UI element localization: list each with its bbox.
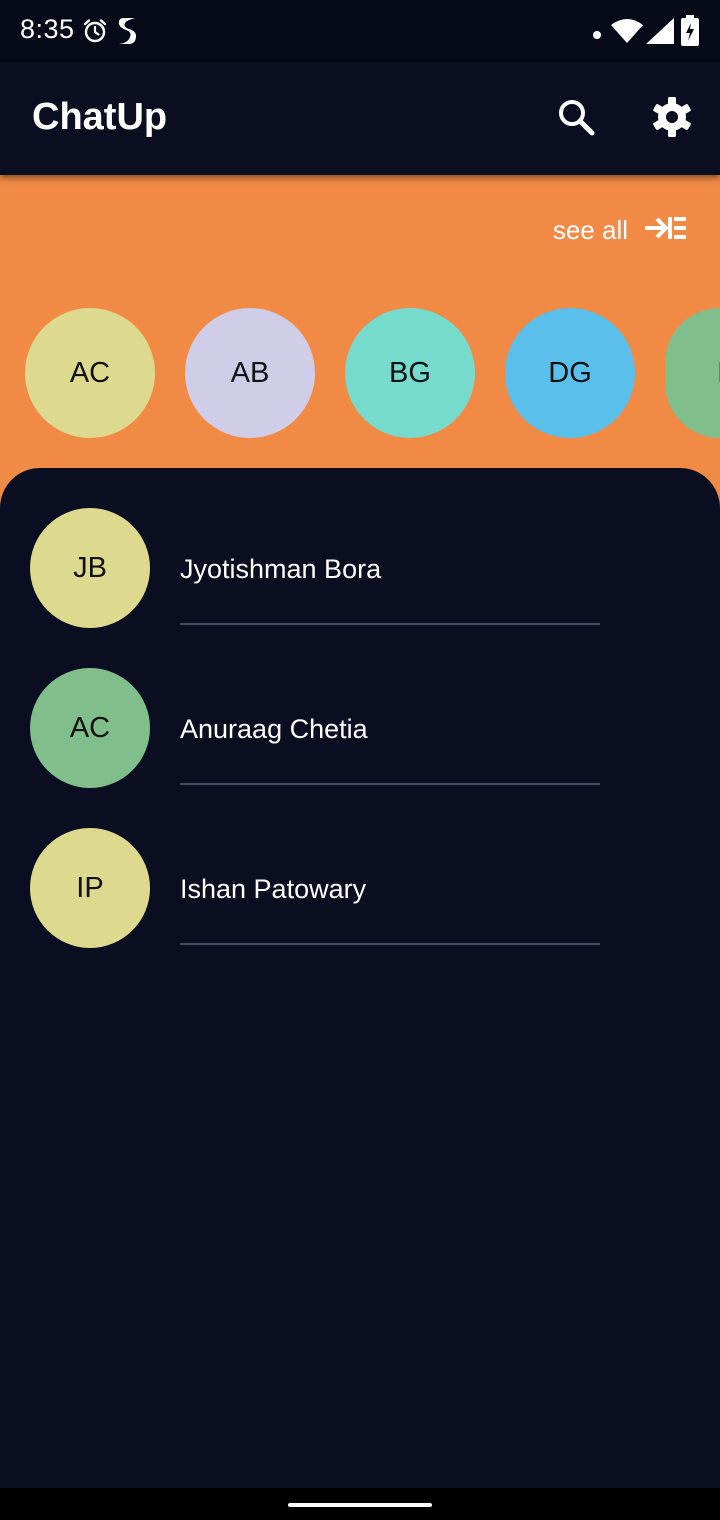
home-gesture-handle[interactable] — [288, 1503, 432, 1507]
notification-dot-icon — [592, 27, 602, 45]
story-avatar[interactable]: DG — [505, 308, 635, 438]
contact-name: Anuraag Chetia — [180, 714, 368, 744]
contact-avatar: AC — [30, 668, 150, 788]
navigation-bar — [0, 1488, 720, 1520]
divider — [180, 943, 600, 945]
search-button[interactable] — [548, 91, 604, 147]
contact-name: Jyotishman Bora — [180, 554, 382, 584]
contacts-list: JB Jyotishman Bora AC Anuraag Chetia IP … — [0, 468, 720, 1488]
story-avatar[interactable]: AB — [185, 308, 315, 438]
cell-signal-icon — [645, 17, 675, 50]
see-all-label: see all — [552, 215, 628, 245]
battery-icon — [680, 15, 700, 52]
contact-avatar-initials: AC — [69, 711, 111, 744]
app-bar: ChatUp — [0, 62, 720, 175]
alarm-clock-icon — [82, 18, 108, 49]
contact-row[interactable]: AC Anuraag Chetia — [0, 628, 720, 788]
story-avatar[interactable]: BG — [345, 308, 475, 438]
story-avatar[interactable]: AC — [25, 308, 155, 438]
contact-avatar-initials: JB — [73, 551, 107, 584]
chat-home-screen: 8:35 ChatUp see all AC AB BG DG JB Jyoti… — [0, 0, 720, 1520]
wifi-icon — [610, 17, 644, 50]
see-all-button[interactable]: see all — [553, 215, 686, 246]
contact-row[interactable]: JB Jyotishman Bora — [0, 468, 720, 628]
contact-name: Ishan Patowary — [180, 874, 367, 904]
contact-avatar-initials: IP — [76, 871, 104, 904]
settings-gear-icon — [651, 96, 693, 143]
story-avatar-initials: BG — [389, 356, 431, 389]
story-avatar-initials: AB — [230, 356, 270, 389]
search-icon — [557, 98, 595, 141]
divider — [180, 623, 600, 625]
contact-avatar: IP — [30, 828, 150, 948]
divider — [180, 783, 600, 785]
contact-row[interactable]: IP Ishan Patowary — [0, 788, 720, 948]
app-title: ChatUp — [32, 96, 168, 138]
story-avatar-initials: AC — [69, 356, 111, 389]
contact-avatar: JB — [30, 508, 150, 628]
stories-section: see all AC AB BG DG I — [0, 175, 720, 515]
app-s-icon — [116, 16, 138, 51]
arrow-into-list-icon — [644, 215, 686, 246]
story-avatar-initials: DG — [548, 356, 592, 389]
story-avatar[interactable]: I — [665, 308, 720, 438]
status-time: 8:35 — [20, 14, 75, 44]
settings-button[interactable] — [644, 91, 700, 147]
status-bar: 8:35 — [0, 0, 720, 62]
